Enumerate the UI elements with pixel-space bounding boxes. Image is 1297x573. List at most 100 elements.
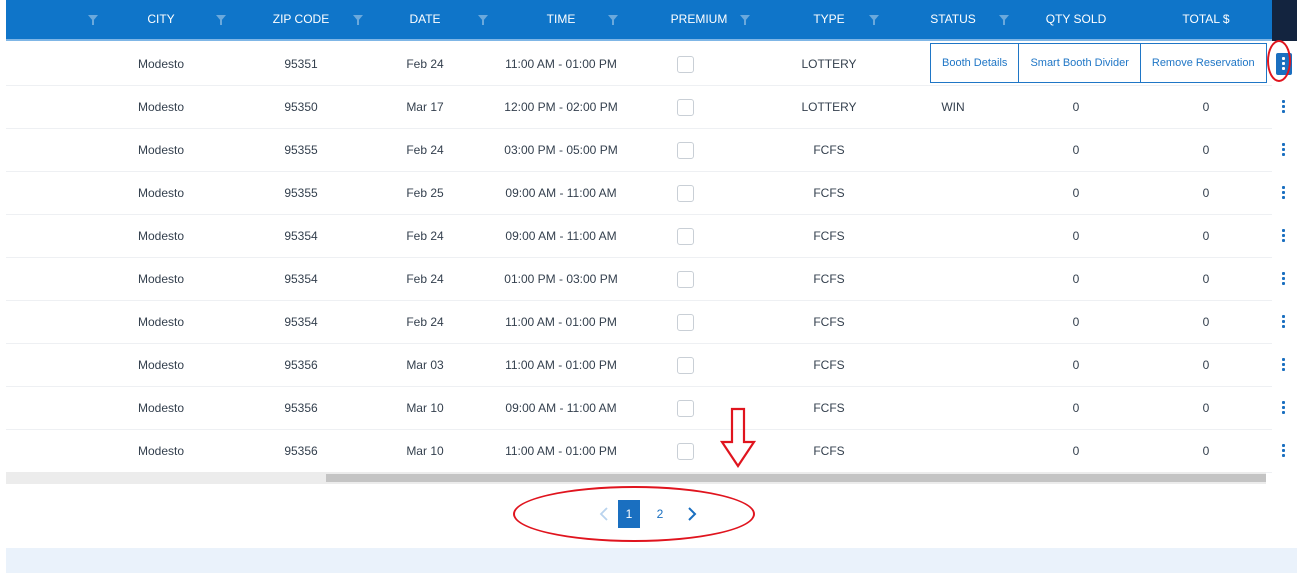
cell-date: Mar 17 [406, 100, 444, 114]
kebab-dot [1282, 191, 1285, 194]
kebab-dot [1282, 277, 1285, 280]
filter-icon[interactable] [608, 15, 618, 25]
filter-icon[interactable] [216, 15, 226, 25]
filter-icon[interactable] [88, 15, 98, 25]
cell-status [883, 430, 1023, 472]
cell-time: 11:00 AM - 01:00 PM [505, 358, 617, 372]
cell-time: 11:00 AM - 01:00 PM [505, 315, 617, 329]
cell-date: Feb 24 [406, 229, 444, 243]
row-menu-button[interactable] [1276, 311, 1292, 333]
kebab-dot [1282, 148, 1285, 151]
cell-qty: 0 [1072, 229, 1080, 243]
kebab-vertical-icon [1282, 143, 1285, 146]
column-header[interactable]: DATE [365, 0, 485, 39]
cell-qty: 0 [1072, 401, 1080, 415]
cell-city: Modesto [137, 444, 185, 458]
reservations-grid: CITY ZIP CODE DATE TIME PREMIUM TYPE STATUS QTY… [6, 0, 1297, 488]
row-menu-button[interactable] [1276, 139, 1292, 161]
column-header[interactable]: STATUS [893, 0, 1013, 39]
filter-icon[interactable] [478, 15, 488, 25]
cell-status [883, 344, 1023, 386]
premium-checkbox[interactable] [677, 99, 694, 116]
cell-date: Feb 25 [406, 186, 444, 200]
chevron-right-icon [688, 507, 697, 521]
cell-qty: 0 [1072, 315, 1080, 329]
row-menu-button[interactable] [1276, 96, 1292, 118]
premium-checkbox[interactable] [677, 443, 694, 460]
table-row[interactable]: Modesto 95356 Mar 10 11:00 AM - 01:00 PM FCF… [6, 430, 1272, 473]
cell-total: 0 [1202, 186, 1210, 200]
table-row[interactable]: Modesto 95356 Mar 10 09:00 AM - 11:00 AM FCF… [6, 387, 1272, 430]
cell-city: Modesto [137, 143, 185, 157]
cell-total: 0 [1202, 315, 1210, 329]
cell-city: Modesto [137, 100, 185, 114]
premium-checkbox[interactable] [677, 271, 694, 288]
row-menu-button[interactable] [1276, 268, 1292, 290]
premium-checkbox[interactable] [677, 185, 694, 202]
row-menu-button[interactable] [1276, 397, 1292, 419]
cell-zip: 95354 [284, 272, 318, 286]
kebab-vertical-icon [1282, 100, 1285, 103]
premium-checkbox[interactable] [677, 142, 694, 159]
table-row[interactable]: Modesto 95356 Mar 03 11:00 AM - 01:00 PM FCF… [6, 344, 1272, 387]
premium-checkbox[interactable] [677, 56, 694, 73]
table-row[interactable]: Modesto 95354 Feb 24 11:00 AM - 01:00 PM FCF… [6, 301, 1272, 344]
column-header[interactable]: QTY SOLD [1016, 0, 1136, 39]
premium-checkbox[interactable] [677, 314, 694, 331]
kebab-vertical-icon [1282, 444, 1285, 447]
booth-details-button[interactable]: Booth Details [931, 44, 1020, 82]
cell-zip: 95356 [284, 358, 318, 372]
page-2-button[interactable]: 2 [652, 500, 668, 528]
cell-qty: 0 [1072, 143, 1080, 157]
filter-icon[interactable] [353, 15, 363, 25]
scrollbar-thumb[interactable] [326, 474, 1266, 482]
next-page-button[interactable] [682, 500, 702, 528]
cell-time: 09:00 AM - 11:00 AM [505, 401, 617, 415]
cell-total: 0 [1202, 100, 1210, 114]
table-row[interactable]: Modesto 95355 Feb 24 03:00 PM - 05:00 PM FCF… [6, 129, 1272, 172]
smart-booth-divider-button[interactable]: Smart Booth Divider [1019, 44, 1141, 82]
table-row[interactable]: Modesto 95355 Feb 25 09:00 AM - 11:00 AM FCF… [6, 172, 1272, 215]
cell-zip: 95355 [284, 186, 318, 200]
row-actions-menu: Booth Details Smart Booth Divider Remove… [930, 43, 1267, 83]
cell-city: Modesto [137, 186, 185, 200]
cell-date: Mar 10 [406, 401, 444, 415]
table-row[interactable]: Modesto 95354 Feb 24 01:00 PM - 03:00 PM FCF… [6, 258, 1272, 301]
horizontal-scrollbar[interactable] [6, 472, 1266, 484]
column-header[interactable]: CITY [101, 0, 221, 39]
remove-reservation-button[interactable]: Remove Reservation [1141, 44, 1266, 82]
row-menu-button[interactable] [1276, 354, 1292, 376]
filter-icon[interactable] [869, 15, 879, 25]
premium-checkbox[interactable] [677, 400, 694, 417]
row-menu-button[interactable] [1276, 225, 1292, 247]
filter-icon[interactable] [740, 15, 750, 25]
cell-time: 09:00 AM - 11:00 AM [505, 186, 617, 200]
cell-qty: 0 [1072, 272, 1080, 286]
column-header[interactable]: TIME [501, 0, 621, 39]
column-header[interactable]: ZIP CODE [241, 0, 361, 39]
cell-type: FCFS [813, 444, 845, 458]
cell-type: FCFS [813, 229, 845, 243]
filter-icon[interactable] [999, 15, 1009, 25]
kebab-dot [1282, 363, 1285, 366]
kebab-dot [1282, 153, 1285, 156]
page-1-button[interactable]: 1 [618, 500, 640, 528]
table-row[interactable]: Modesto 95354 Feb 24 09:00 AM - 11:00 AM FCF… [6, 215, 1272, 258]
kebab-dot [1282, 239, 1285, 242]
prev-page-button[interactable] [594, 500, 614, 528]
premium-checkbox[interactable] [677, 357, 694, 374]
column-header[interactable]: TOTAL $ [1146, 0, 1266, 39]
cell-zip: 95356 [284, 444, 318, 458]
kebab-dot [1282, 411, 1285, 414]
kebab-dot [1282, 320, 1285, 323]
row-menu-button[interactable] [1276, 440, 1292, 462]
cell-city: Modesto [137, 358, 185, 372]
row-menu-button[interactable] [1276, 53, 1292, 75]
row-menu-button[interactable] [1276, 182, 1292, 204]
premium-checkbox[interactable] [677, 228, 694, 245]
cell-type: LOTTERY [801, 57, 857, 71]
kebab-dot [1282, 105, 1285, 108]
cell-date: Mar 03 [406, 358, 444, 372]
cell-status [883, 258, 1023, 300]
table-row[interactable]: Modesto 95350 Mar 17 12:00 PM - 02:00 PM LOT… [6, 86, 1272, 129]
